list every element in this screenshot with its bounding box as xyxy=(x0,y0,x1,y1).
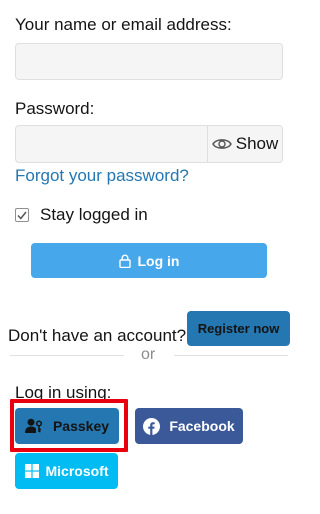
microsoft-windows-icon xyxy=(24,464,39,478)
stay-logged-in-row[interactable]: Stay logged in xyxy=(15,205,148,225)
eye-icon xyxy=(211,137,232,151)
facebook-icon xyxy=(143,417,161,435)
facebook-button[interactable]: Facebook xyxy=(135,408,243,444)
facebook-button-label: Facebook xyxy=(169,418,235,434)
microsoft-button-label: Microsoft xyxy=(45,463,109,479)
username-label: Your name or email address: xyxy=(15,15,232,34)
passkey-button-label: Passkey xyxy=(52,418,110,434)
lock-icon xyxy=(118,254,131,268)
stay-logged-in-checkbox[interactable] xyxy=(15,208,29,222)
check-icon xyxy=(17,211,27,220)
register-button-label: Register now xyxy=(197,321,280,336)
login-button[interactable]: Log in xyxy=(31,243,267,278)
show-password-label: Show xyxy=(235,134,279,153)
stay-logged-in-label: Stay logged in xyxy=(40,205,148,224)
password-field-group: Show xyxy=(15,125,283,163)
microsoft-button[interactable]: Microsoft xyxy=(15,453,118,489)
forgot-password-link[interactable]: Forgot your password? xyxy=(15,166,189,186)
divider-right xyxy=(174,355,288,356)
passkey-button[interactable]: Passkey xyxy=(15,408,119,444)
password-label: Password: xyxy=(15,99,95,118)
divider-left xyxy=(10,355,124,356)
register-prompt: Don't have an account? xyxy=(8,326,187,345)
register-button[interactable]: Register now xyxy=(187,311,290,346)
passkey-user-key-icon xyxy=(24,418,43,434)
password-input[interactable] xyxy=(16,126,207,162)
divider-or-text: or xyxy=(141,346,156,363)
show-password-toggle[interactable]: Show xyxy=(207,126,282,162)
username-input[interactable] xyxy=(15,43,283,80)
login-button-label: Log in xyxy=(137,252,180,269)
